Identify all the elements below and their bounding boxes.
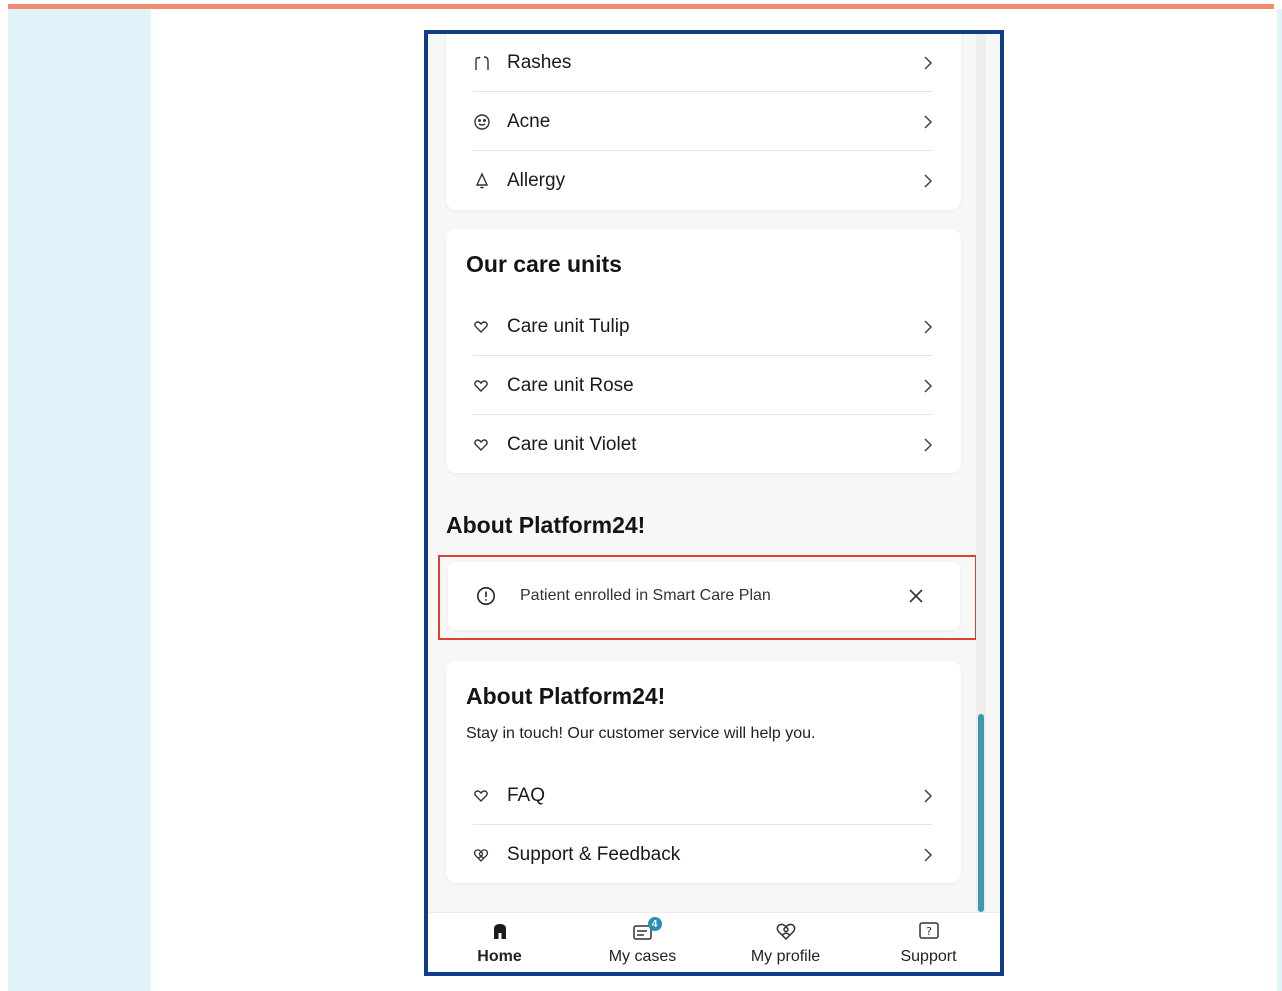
list-item-rashes[interactable]: Rashes	[473, 34, 933, 92]
home-icon	[491, 921, 509, 946]
nav-item-home[interactable]: Home	[428, 913, 571, 972]
list-item-faq[interactable]: FAQ	[473, 767, 933, 825]
face-icon	[473, 113, 507, 131]
rash-icon	[473, 54, 507, 72]
alert-banner: Patient enrolled in Smart Care Plan	[448, 562, 960, 630]
heart-icon	[473, 378, 507, 394]
nav-label: Home	[477, 948, 522, 965]
list-item-label: FAQ	[507, 784, 546, 806]
heart-icon	[473, 319, 507, 335]
list-item-label: Allergy	[507, 170, 566, 191]
list-item-label: Support & Feedback	[507, 844, 681, 865]
bell-icon	[473, 172, 507, 190]
right-side-panel	[1277, 9, 1282, 991]
bottom-navigation: Home 4 My cases My profile ? Support	[428, 912, 1000, 972]
list-item-label: Care unit Tulip	[507, 315, 630, 337]
heart-icon	[473, 437, 507, 453]
list-item-support-feedback[interactable]: Support & Feedback	[473, 826, 933, 884]
chevron-right-icon	[913, 173, 933, 189]
section-heading: About Platform24!	[446, 512, 646, 538]
heart-person-icon	[473, 847, 507, 863]
chevron-right-icon	[913, 114, 933, 130]
app-screen: Rashes Acne Allergy Our care units Care …	[428, 34, 1000, 972]
nav-label: Support	[900, 948, 957, 965]
chevron-right-icon	[913, 788, 933, 804]
nav-item-my-profile[interactable]: My profile	[714, 913, 857, 972]
list-item-care-unit-rose[interactable]: Care unit Rose	[473, 357, 933, 415]
scrollbar-thumb[interactable]	[978, 714, 984, 912]
top-accent-bar	[8, 4, 1274, 9]
info-icon	[476, 586, 510, 606]
list-item-care-unit-violet[interactable]: Care unit Violet	[473, 416, 933, 474]
about-card: About Platform24! Stay in touch! Our cus…	[446, 661, 961, 883]
svg-text:?: ?	[926, 925, 932, 938]
notification-badge: 4	[647, 917, 662, 931]
nav-item-support[interactable]: ? Support	[857, 913, 1000, 972]
support-icon: ?	[918, 921, 940, 946]
chevron-right-icon	[913, 55, 933, 71]
list-item-allergy[interactable]: Allergy	[473, 152, 933, 210]
symptoms-card: Rashes Acne Allergy	[446, 34, 961, 210]
app-screen-frame: Rashes Acne Allergy Our care units Care …	[424, 30, 1004, 976]
alert-highlight-box: Patient enrolled in Smart Care Plan	[438, 555, 977, 640]
alert-text: Patient enrolled in Smart Care Plan	[520, 587, 771, 604]
list-item-label: Rashes	[507, 51, 572, 73]
card-title: About Platform24!	[466, 683, 666, 709]
nav-item-my-cases[interactable]: 4 My cases	[571, 913, 714, 972]
chevron-right-icon	[913, 847, 933, 863]
list-item-label: Care unit Violet	[507, 434, 637, 455]
nav-label: My cases	[608, 948, 677, 965]
chevron-right-icon	[913, 437, 933, 453]
close-icon[interactable]	[908, 588, 928, 604]
care-units-card: Our care units Care unit Tulip Care unit…	[446, 229, 961, 473]
nav-label: My profile	[750, 948, 821, 965]
list-item-label: Care unit Rose	[507, 374, 634, 396]
profile-icon	[775, 921, 797, 946]
card-title: Our care units	[466, 251, 622, 277]
card-subtitle: Stay in touch! Our customer service will…	[466, 725, 816, 742]
list-item-acne[interactable]: Acne	[473, 93, 933, 151]
list-item-care-unit-tulip[interactable]: Care unit Tulip	[473, 298, 933, 356]
chevron-right-icon	[913, 319, 933, 335]
heart-icon	[473, 788, 507, 804]
chevron-right-icon	[913, 378, 933, 394]
list-item-label: Acne	[507, 110, 551, 132]
left-side-panel	[8, 9, 151, 991]
